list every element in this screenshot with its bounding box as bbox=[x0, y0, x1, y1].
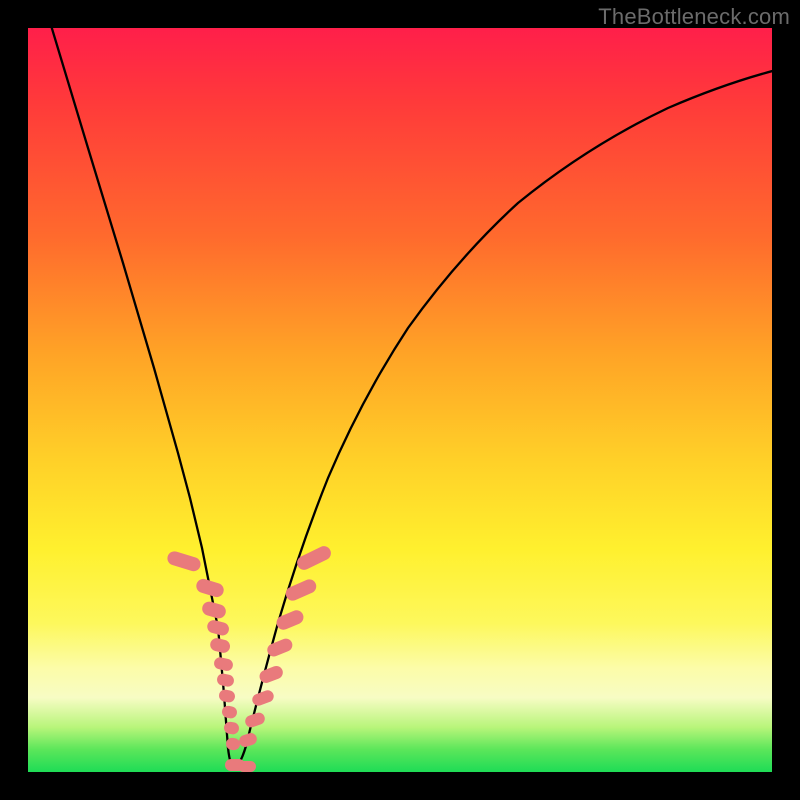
curve-right-path bbox=[234, 68, 772, 768]
chart-svg bbox=[28, 28, 772, 772]
watermark-text: TheBottleneck.com bbox=[598, 4, 790, 30]
chart-frame: TheBottleneck.com bbox=[0, 0, 800, 800]
curve-left-path bbox=[50, 28, 234, 768]
marker-cluster bbox=[166, 544, 334, 772]
curve-left-branch bbox=[50, 28, 234, 768]
curve-right-branch bbox=[234, 68, 772, 768]
plot-area bbox=[28, 28, 772, 772]
